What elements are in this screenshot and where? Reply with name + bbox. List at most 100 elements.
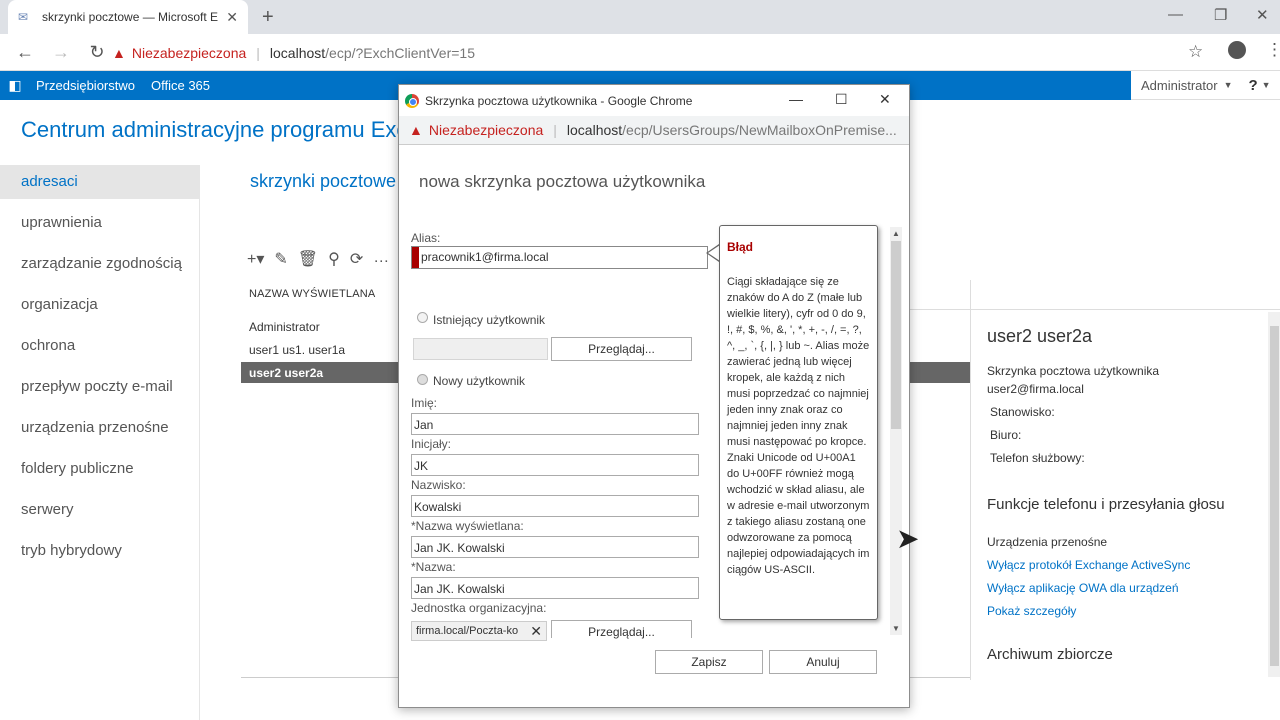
popup-scrollbar-thumb[interactable] bbox=[891, 241, 901, 429]
alias-label: Alias: bbox=[411, 231, 441, 245]
ou-value: firma.local/Poczta-ko bbox=[416, 625, 519, 637]
popup-minimize-icon[interactable]: — bbox=[789, 91, 803, 107]
refresh-icon[interactable]: ⟳ bbox=[350, 249, 363, 269]
nav-item-mail-flow[interactable]: przepływ poczty e-mail bbox=[21, 378, 173, 395]
edit-icon[interactable]: ✎ bbox=[274, 249, 287, 269]
help-icon[interactable]: ? bbox=[1249, 77, 1258, 94]
error-text: Ciągi składające się ze znaków do A do Z… bbox=[727, 276, 870, 576]
reload-icon[interactable]: ↻ bbox=[86, 42, 108, 63]
section-title: skrzynki pocztowe bbox=[250, 171, 397, 191]
last-name-input[interactable]: Kowalski bbox=[411, 495, 699, 517]
alias-input[interactable]: pracownik1@firma.local bbox=[411, 246, 708, 269]
popup-close-icon[interactable]: ✕ bbox=[879, 91, 891, 108]
mouse-cursor-icon: ➤ bbox=[896, 523, 920, 554]
popup-url-text: localhost/ecp/UsersGroups/NewMailboxOnPr… bbox=[566, 122, 897, 138]
radio-existing-label: Istniejący użytkownik bbox=[433, 313, 546, 327]
nav-item-recipients[interactable]: adresaci bbox=[21, 173, 78, 190]
details-email: user2@firma.local bbox=[987, 382, 1084, 396]
error-tooltip: Błąd Ciągi składające się ze znaków do A… bbox=[719, 225, 878, 620]
show-details-link[interactable]: Pokaż szczegóły bbox=[987, 604, 1076, 618]
column-header[interactable]: NAZWA WYŚWIETLANA bbox=[249, 288, 375, 300]
insecure-label: Niezabezpieczona bbox=[131, 44, 247, 61]
close-tab-icon[interactable]: ✕ bbox=[226, 9, 238, 26]
left-nav bbox=[0, 165, 200, 720]
display-name-input[interactable]: Jan JK. Kowalski bbox=[411, 536, 699, 558]
minimize-icon[interactable]: — bbox=[1168, 6, 1183, 23]
radio-existing-user[interactable] bbox=[417, 312, 428, 323]
browse-ou-button[interactable]: Przeglądaj... bbox=[551, 620, 692, 639]
nav-item-servers[interactable]: serwery bbox=[21, 501, 74, 518]
popup-maximize-icon[interactable]: ☐ bbox=[835, 91, 848, 108]
nav-item-permissions[interactable]: uprawnienia bbox=[21, 214, 102, 231]
first-name-input[interactable]: Jan bbox=[411, 413, 699, 435]
cancel-button[interactable]: Anuluj bbox=[769, 650, 877, 674]
error-title: Błąd bbox=[727, 240, 754, 254]
details-field-office: Biuro: bbox=[990, 428, 1022, 442]
name-input[interactable]: Jan JK. Kowalski bbox=[411, 577, 699, 599]
nav-item-public-folders[interactable]: foldery publiczne bbox=[21, 460, 134, 477]
more-icon[interactable]: … bbox=[373, 249, 389, 269]
nav-item-protection[interactable]: ochrona bbox=[21, 337, 75, 354]
delete-icon[interactable]: 🗑 bbox=[298, 249, 318, 269]
scroll-up-icon[interactable]: ▲ bbox=[892, 229, 900, 238]
details-name: user2 user2a bbox=[987, 326, 1093, 346]
remove-ou-icon[interactable]: ✕ bbox=[527, 624, 542, 638]
add-icon[interactable]: +▾ bbox=[247, 249, 264, 269]
table-row-selected[interactable]: user2 user2a bbox=[249, 366, 323, 380]
details-field-title: Stanowisko: bbox=[990, 405, 1055, 419]
nav-enterprise[interactable]: Przedsiębiorstwo bbox=[36, 78, 135, 93]
disable-activesync-link[interactable]: Wyłącz protokół Exchange ActiveSync bbox=[987, 558, 1190, 572]
address-bar[interactable]: ▲ Niezabezpieczona | localhost/ecp/?Exch… bbox=[112, 39, 1212, 66]
existing-user-field[interactable] bbox=[413, 338, 548, 360]
chevron-down-icon: ▼ bbox=[1261, 80, 1271, 90]
nav-item-compliance[interactable]: zarządzanie zgodnością bbox=[21, 255, 182, 272]
nav-item-mobile[interactable]: urządzenia przenośne bbox=[21, 419, 169, 436]
nav-office365[interactable]: Office 365 bbox=[151, 78, 210, 93]
office-logo-icon[interactable]: ◧ bbox=[0, 77, 30, 94]
popup-titlebar[interactable]: Skrzynka pocztowa użytkownika - Google C… bbox=[399, 85, 909, 116]
chrome-icon bbox=[405, 93, 419, 108]
table-row[interactable]: Administrator bbox=[249, 320, 320, 334]
envelope-icon: ✉ bbox=[18, 10, 29, 24]
chevron-down-icon: ▼ bbox=[1223, 80, 1233, 90]
details-section-archive: Archiwum zbiorcze bbox=[987, 646, 1113, 663]
details-section-phone: Funkcje telefonu i przesyłania głosu bbox=[987, 496, 1225, 513]
profile-icon[interactable] bbox=[1228, 41, 1246, 59]
menu-icon[interactable]: ⋮ bbox=[1266, 40, 1280, 60]
alias-value: pracownik1@firma.local bbox=[421, 250, 549, 264]
ou-chip[interactable]: firma.local/Poczta-ko ✕ bbox=[411, 621, 547, 641]
nav-item-organization[interactable]: organizacja bbox=[21, 296, 98, 313]
table-row[interactable]: user1 us1. user1a bbox=[249, 343, 345, 357]
tab-title: skrzynki pocztowe — Microsoft E bbox=[42, 10, 219, 24]
popup-window-title: Skrzynka pocztowa użytkownika - Google C… bbox=[425, 93, 693, 108]
forward-icon[interactable]: → bbox=[50, 42, 72, 63]
display-name-label: *Nazwa wyświetlana: bbox=[411, 519, 524, 533]
warning-icon: ▲ bbox=[112, 44, 126, 61]
disable-owa-link[interactable]: Wyłącz aplikację OWA dla urządzeń bbox=[987, 581, 1179, 595]
new-tab-icon[interactable]: + bbox=[262, 6, 274, 29]
scroll-down-icon[interactable]: ▼ bbox=[892, 624, 900, 633]
user-name: Administrator bbox=[1141, 77, 1218, 93]
popup-heading: nowa skrzynka pocztowa użytkownika bbox=[419, 172, 706, 191]
radio-new-user[interactable] bbox=[417, 374, 428, 385]
popup-address-bar: ▲ Niezabezpieczona | localhost/ecp/Users… bbox=[399, 116, 909, 145]
save-button[interactable]: Zapisz bbox=[655, 650, 763, 674]
selected-row-right bbox=[909, 362, 971, 383]
back-icon[interactable]: ← bbox=[14, 42, 36, 63]
nav-item-hybrid[interactable]: tryb hybrydowy bbox=[21, 542, 122, 559]
user-menu[interactable]: Administrator ▼ ? ▼ bbox=[1131, 71, 1280, 100]
url-text: localhost/ecp/?ExchClientVer=15 bbox=[269, 44, 475, 61]
details-scrollbar-thumb[interactable] bbox=[1270, 326, 1279, 666]
close-window-icon[interactable]: ✕ bbox=[1256, 6, 1269, 24]
browse-user-button[interactable]: Przeglądaj... bbox=[551, 337, 692, 361]
popup-insecure-label: Niezabezpieczona bbox=[428, 122, 544, 138]
name-label: *Nazwa: bbox=[411, 560, 456, 574]
browser-tab[interactable]: ✉ skrzynki pocztowe — Microsoft E ✕ bbox=[8, 0, 248, 34]
first-name-label: Imię: bbox=[411, 396, 438, 410]
details-type: Skrzynka pocztowa użytkownika bbox=[987, 364, 1160, 378]
search-icon[interactable]: ⚲ bbox=[328, 249, 340, 269]
details-mobile-label: Urządzenia przenośne bbox=[987, 535, 1108, 549]
initials-input[interactable]: JK bbox=[411, 454, 699, 476]
star-icon[interactable]: ☆ bbox=[1188, 42, 1203, 62]
maximize-icon[interactable]: ❐ bbox=[1214, 6, 1227, 24]
